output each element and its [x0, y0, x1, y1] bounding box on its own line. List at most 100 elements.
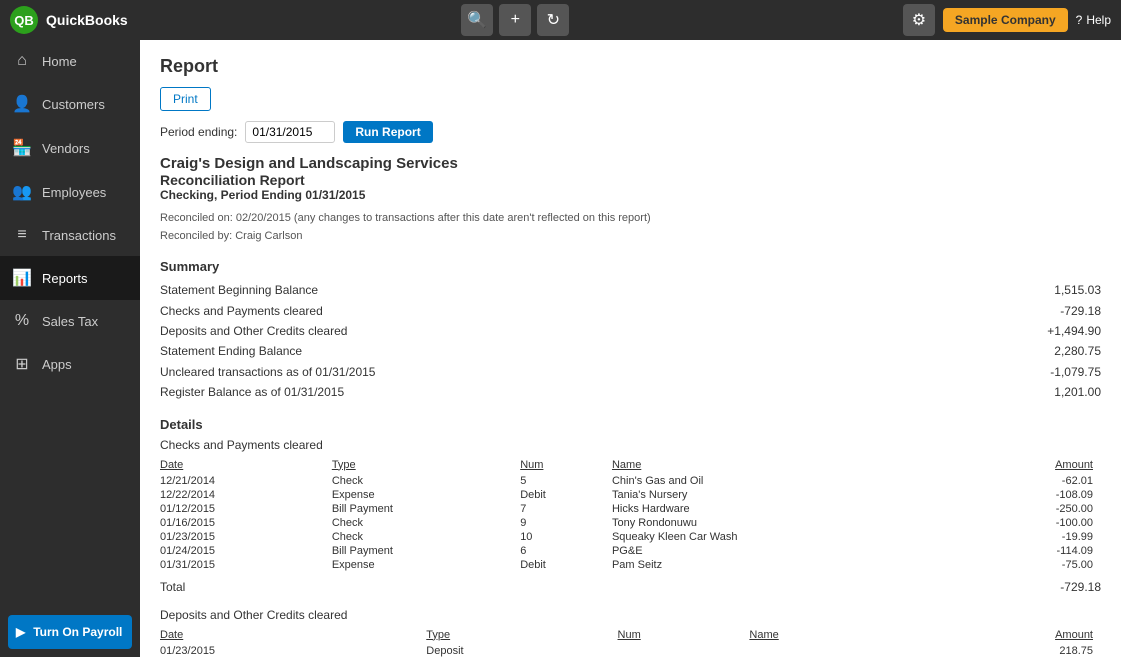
summary-value-4: -1,079.75	[1021, 362, 1101, 382]
table-row: 12/22/2014 Expense Debit Tania's Nursery…	[160, 488, 1101, 502]
add-button[interactable]: +	[499, 4, 531, 36]
checks-total-label: Total	[160, 580, 185, 594]
cell-num: 10	[520, 530, 612, 544]
sidebar-label-customers: Customers	[42, 97, 105, 112]
summary-value-5: 1,201.00	[1021, 382, 1101, 402]
cell-date: 01/12/2015	[160, 502, 332, 516]
table-row: 01/16/2015 Check 9 Tony Rondonuwu -100.0…	[160, 516, 1101, 530]
sidebar-label-sales-tax: Sales Tax	[42, 314, 98, 329]
summary-table: Statement Beginning Balance 1,515.03 Che…	[160, 280, 1101, 402]
sidebar-item-apps[interactable]: ⊞ Apps	[0, 342, 140, 386]
sidebar-item-employees[interactable]: 👥 Employees	[0, 170, 140, 214]
checks-total-value: -729.18	[1021, 580, 1101, 594]
refresh-button[interactable]: ↻	[537, 4, 569, 36]
cell-date: 12/22/2014	[160, 488, 332, 502]
summary-label-2: Deposits and Other Credits cleared	[160, 321, 1021, 341]
summary-row-4: Uncleared transactions as of 01/31/2015 …	[160, 362, 1101, 382]
table-row: 01/24/2015 Bill Payment 6 PG&E -114.09	[160, 544, 1101, 558]
search-button[interactable]: 🔍	[461, 4, 493, 36]
deposits-section-title: Deposits and Other Credits cleared	[160, 608, 1101, 622]
print-button[interactable]: Print	[160, 87, 211, 111]
summary-value-0: 1,515.03	[1021, 280, 1101, 300]
summary-value-3: 2,280.75	[1021, 341, 1101, 361]
cell-name: Pam Seitz	[612, 558, 976, 572]
cell-date: 01/31/2015	[160, 558, 332, 572]
topbar-left: QB QuickBooks	[10, 6, 128, 34]
summary-row-3: Statement Ending Balance 2,280.75	[160, 341, 1101, 361]
dep-col-type: Type	[426, 628, 617, 644]
sidebar-item-home[interactable]: ⌂ Home	[0, 40, 140, 82]
refresh-icon: ↻	[547, 10, 560, 30]
topbar: QB QuickBooks 🔍 + ↻ ⚙ Sample Company ? H…	[0, 0, 1121, 40]
customers-icon: 👤	[12, 94, 32, 114]
sidebar-item-customers[interactable]: 👤 Customers	[0, 82, 140, 126]
help-button[interactable]: ? Help	[1076, 13, 1111, 27]
cell-type: Check	[332, 530, 520, 544]
sidebar-label-home: Home	[42, 54, 77, 69]
report-subtitle: Reconciliation Report	[160, 172, 1101, 188]
qb-logo: QB	[10, 6, 38, 34]
sidebar-label-reports: Reports	[42, 271, 88, 286]
vendors-icon: 🏪	[12, 138, 32, 158]
cell-name	[749, 644, 907, 657]
cell-amount: -250.00	[976, 502, 1101, 516]
payroll-label: Turn On Payroll	[33, 625, 122, 639]
cell-amount: -100.00	[976, 516, 1101, 530]
cell-amount: -114.09	[976, 544, 1101, 558]
table-row: 01/23/2015 Deposit 218.75	[160, 644, 1101, 657]
run-report-button[interactable]: Run Report	[343, 121, 432, 143]
cell-date: 01/23/2015	[160, 644, 426, 657]
summary-row-2: Deposits and Other Credits cleared +1,49…	[160, 321, 1101, 341]
cell-amount: -75.00	[976, 558, 1101, 572]
table-row: 01/23/2015 Check 10 Squeaky Kleen Car Wa…	[160, 530, 1101, 544]
app-title: QuickBooks	[46, 12, 128, 28]
dep-col-num: Num	[618, 628, 750, 644]
sidebar-item-sales-tax[interactable]: % Sales Tax	[0, 300, 140, 342]
cell-num: Debit	[520, 488, 612, 502]
home-icon: ⌂	[12, 52, 32, 70]
help-icon: ?	[1076, 13, 1083, 27]
period-label: Period ending:	[160, 125, 237, 139]
topbar-right: ⚙ Sample Company ? Help	[903, 4, 1111, 36]
cell-num: Debit	[520, 558, 612, 572]
sidebar-label-transactions: Transactions	[42, 228, 116, 243]
gear-icon: ⚙	[912, 10, 926, 30]
checks-col-num: Num	[520, 458, 612, 474]
sidebar-label-apps: Apps	[42, 357, 72, 372]
cell-amount: -62.01	[976, 474, 1101, 488]
cell-amount: 218.75	[907, 644, 1101, 657]
cell-name: Squeaky Kleen Car Wash	[612, 530, 976, 544]
cell-type: Check	[332, 474, 520, 488]
period-input[interactable]	[245, 121, 335, 143]
company-button[interactable]: Sample Company	[943, 8, 1068, 32]
cell-date: 01/16/2015	[160, 516, 332, 530]
period-row: Period ending: Run Report	[160, 121, 1101, 143]
checks-table: Date Type Num Name Amount 12/21/2014 Che…	[160, 458, 1101, 572]
summary-label-0: Statement Beginning Balance	[160, 280, 1021, 300]
cell-type: Deposit	[426, 644, 617, 657]
summary-value-1: -729.18	[1021, 301, 1101, 321]
cell-name: Chin's Gas and Oil	[612, 474, 976, 488]
settings-button[interactable]: ⚙	[903, 4, 935, 36]
reports-icon: 📊	[12, 268, 32, 288]
checks-col-amount: Amount	[976, 458, 1101, 474]
payroll-button[interactable]: ▶ Turn On Payroll	[8, 615, 132, 649]
checks-section-title: Checks and Payments cleared	[160, 438, 1101, 452]
checks-col-name: Name	[612, 458, 976, 474]
plus-icon: +	[511, 11, 520, 29]
cell-num: 7	[520, 502, 612, 516]
cell-date: 12/21/2014	[160, 474, 332, 488]
sidebar-item-transactions[interactable]: ≡ Transactions	[0, 214, 140, 256]
summary-header: Summary	[160, 259, 1101, 274]
employees-icon: 👥	[12, 182, 32, 202]
summary-label-5: Register Balance as of 01/31/2015	[160, 382, 1021, 402]
sidebar-item-vendors[interactable]: 🏪 Vendors	[0, 126, 140, 170]
reconciled-info: Reconciled on: 02/20/2015 (any changes t…	[160, 210, 1101, 245]
sidebar-item-reports[interactable]: 📊 Reports	[0, 256, 140, 300]
cell-amount: -19.99	[976, 530, 1101, 544]
dep-col-name: Name	[749, 628, 907, 644]
summary-label-1: Checks and Payments cleared	[160, 301, 1021, 321]
cell-type: Check	[332, 516, 520, 530]
sales-tax-icon: %	[12, 312, 32, 330]
reconciled-by: Reconciled by: Craig Carlson	[160, 228, 1101, 246]
